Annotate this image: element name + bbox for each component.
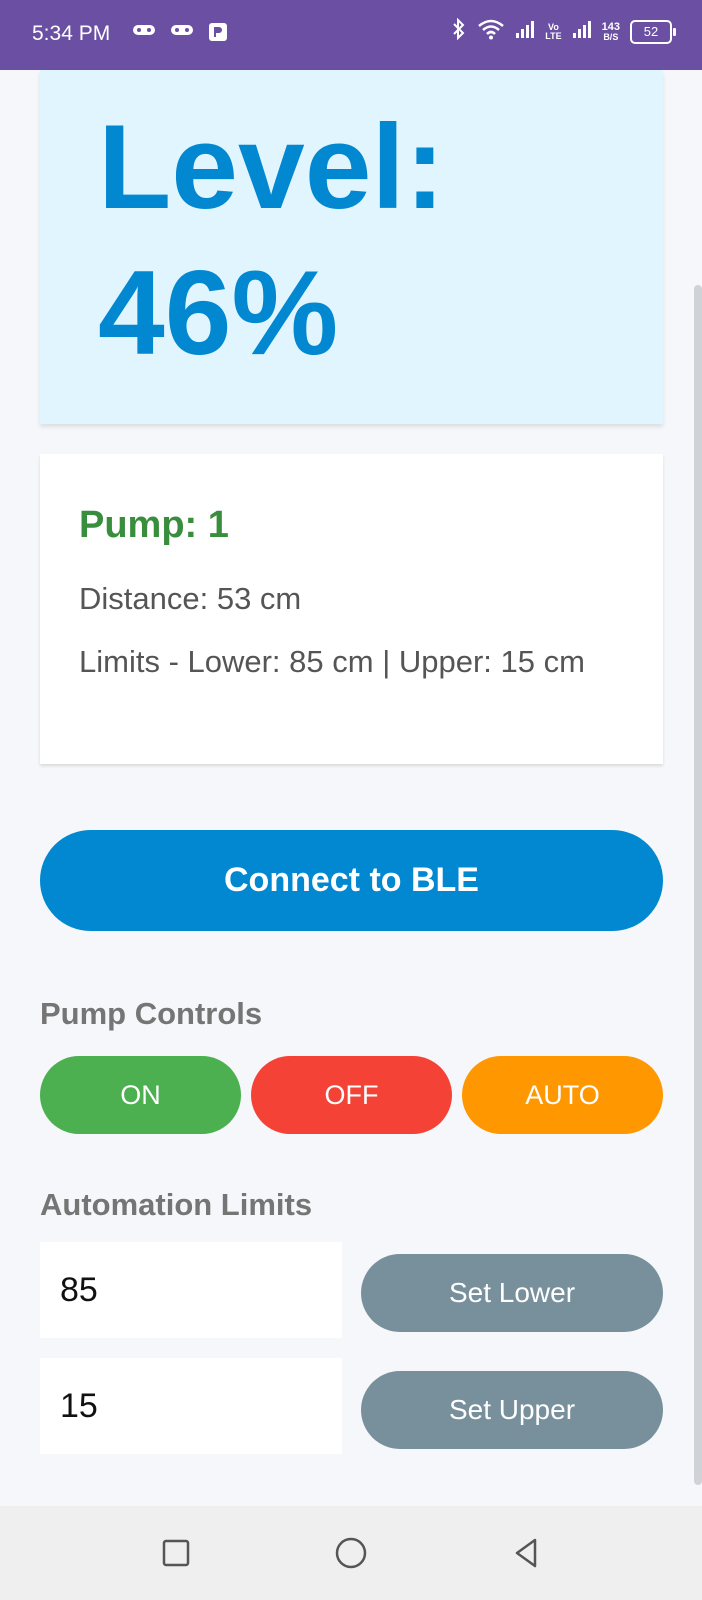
status-bar: 5:34 PM Vo LTE 143 B/S 52 xyxy=(0,0,702,70)
pump-controls-title: Pump Controls xyxy=(40,996,263,1031)
scrollbar[interactable] xyxy=(694,285,702,1485)
pump-status: Pump: 1 xyxy=(79,504,229,546)
signal-icon xyxy=(515,19,535,44)
gamepad-icon xyxy=(132,22,156,42)
system-icons: Vo LTE 143 B/S 52 xyxy=(451,17,676,45)
distance-text: Distance: 53 cm xyxy=(79,581,302,616)
gamepad-icon xyxy=(170,22,194,42)
level-card: Level: 46% xyxy=(40,70,663,424)
notification-icons xyxy=(132,22,228,42)
recent-apps-icon[interactable] xyxy=(158,1535,194,1571)
navigation-bar xyxy=(0,1506,702,1600)
signal-icon xyxy=(572,19,592,44)
volte-icon: Vo LTE xyxy=(545,21,562,41)
pump-on-button[interactable]: ON xyxy=(40,1056,241,1134)
connect-ble-button[interactable]: Connect to BLE xyxy=(40,830,663,931)
set-lower-button[interactable]: Set Lower xyxy=(361,1254,663,1332)
bluetooth-icon xyxy=(451,17,467,45)
pump-auto-button[interactable]: AUTO xyxy=(462,1056,663,1134)
home-icon[interactable] xyxy=(333,1535,369,1571)
automation-limits-title: Automation Limits xyxy=(40,1187,313,1222)
battery-icon: 52 xyxy=(630,19,676,44)
limits-text: Limits - Lower: 85 cm | Upper: 15 cm xyxy=(79,644,585,679)
pump-off-button[interactable]: OFF xyxy=(251,1056,452,1134)
upper-limit-input[interactable] xyxy=(40,1358,342,1454)
wifi-icon xyxy=(477,18,505,45)
back-icon[interactable] xyxy=(508,1535,544,1571)
network-speed: 143 B/S xyxy=(601,20,620,42)
status-time: 5:34 PM xyxy=(32,22,111,45)
status-card: Pump: 1 Distance: 53 cm Limits - Lower: … xyxy=(40,454,663,764)
set-upper-button[interactable]: Set Upper xyxy=(361,1371,663,1449)
lower-limit-input[interactable] xyxy=(40,1242,342,1338)
app-notification-icon xyxy=(208,22,228,42)
level-readout: Level: 46% xyxy=(98,100,445,380)
